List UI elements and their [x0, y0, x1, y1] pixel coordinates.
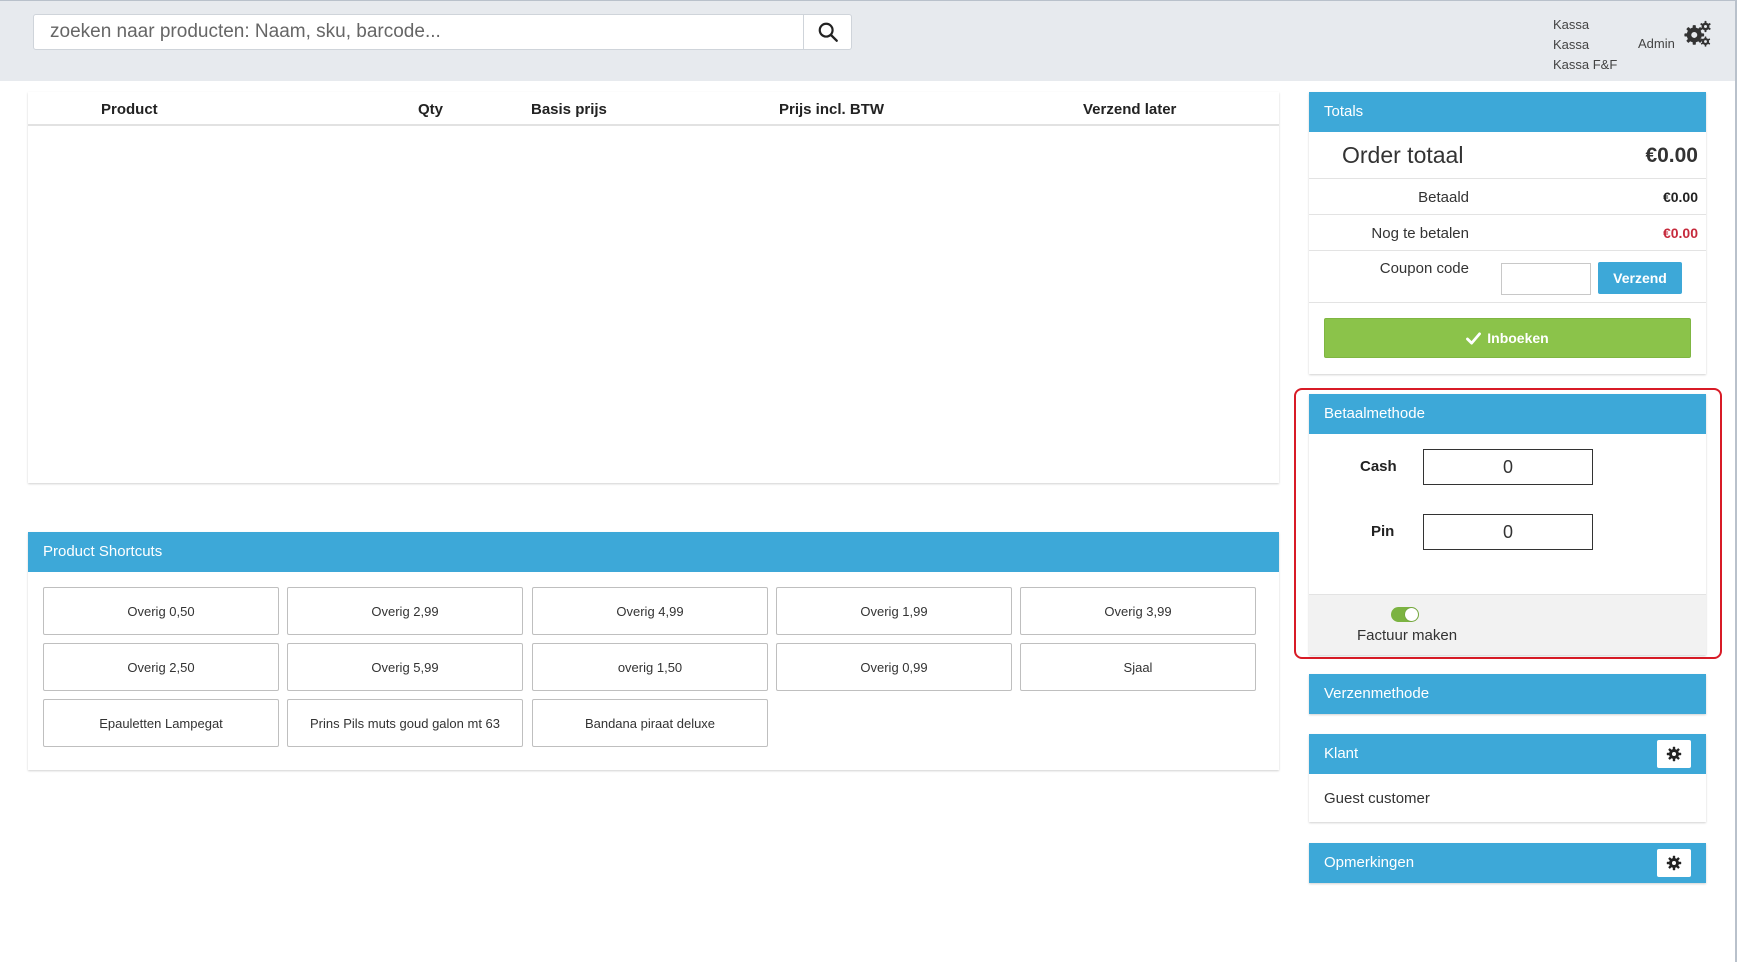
search-input[interactable] — [34, 15, 804, 49]
totals-panel: Totals Order totaal €0.00 Betaald €0.00 … — [1309, 92, 1706, 374]
coupon-row: Coupon code Verzend — [1309, 251, 1706, 303]
search-icon — [818, 22, 838, 42]
customer-settings-button[interactable] — [1657, 740, 1691, 768]
panel-title: Klant — [1324, 745, 1359, 762]
invoice-toggle[interactable] — [1391, 607, 1419, 622]
search-button[interactable] — [803, 15, 851, 49]
invoice-label: Factuur maken — [1357, 627, 1458, 644]
panel-title: Product Shortcuts — [28, 532, 1279, 572]
cart-table: Product Qty Basis prijs Prijs incl. BTW … — [28, 92, 1279, 483]
invoice-option: Factuur maken — [1309, 594, 1706, 655]
order-total-value: €0.00 — [1645, 144, 1698, 167]
notes-settings-button[interactable] — [1657, 849, 1691, 877]
pin-label: Pin — [1371, 523, 1395, 540]
shortcut-button[interactable]: Overig 2,99 — [287, 587, 523, 635]
payment-method-panel: Betaalmethode Cash Pin Factuur maken — [1309, 394, 1706, 655]
shortcut-button[interactable]: Overig 5,99 — [287, 643, 523, 691]
column-product: Product — [101, 101, 158, 118]
paid-label: Betaald — [1418, 189, 1469, 206]
panel-title-bar: Opmerkingen — [1309, 843, 1706, 883]
shortcut-button[interactable]: Overig 2,50 — [43, 643, 279, 691]
shortcut-button[interactable]: Overig 0,99 — [776, 643, 1012, 691]
order-total-label: Order totaal — [1342, 142, 1464, 168]
cash-label: Cash — [1360, 458, 1397, 475]
top-bar: Kassa Kassa Kassa F&F Admin — [0, 0, 1737, 81]
checkout-button-label: Inboeken — [1487, 330, 1549, 346]
shortcut-button[interactable]: Overig 1,99 — [776, 587, 1012, 635]
gear-icon — [1666, 746, 1682, 762]
shortcut-button[interactable]: Prins Pils muts goud galon mt 63 — [287, 699, 523, 747]
store-info: Kassa Kassa Kassa F&F — [1553, 15, 1617, 75]
coupon-label: Coupon code — [1379, 260, 1469, 277]
panel-title: Opmerkingen — [1324, 854, 1415, 871]
notes-panel: Opmerkingen — [1309, 843, 1706, 883]
pin-input[interactable] — [1423, 514, 1593, 550]
panel-title: Verzenmethode — [1309, 674, 1706, 714]
product-search — [33, 14, 852, 50]
store-line: Kassa — [1553, 37, 1590, 52]
product-shortcuts-panel: Product Shortcuts Overig 0,50 Overig 2,9… — [28, 532, 1279, 770]
customer-panel: Klant Guest customer — [1309, 734, 1706, 822]
column-qty: Qty — [418, 101, 444, 118]
coupon-submit-button[interactable]: Verzend — [1598, 262, 1682, 294]
remaining-value: €0.00 — [1662, 225, 1698, 241]
remaining-label: Nog te betalen — [1371, 225, 1469, 242]
checkout-button[interactable]: Inboeken — [1324, 318, 1691, 358]
store-line: Kassa — [1553, 17, 1590, 32]
user-name: Admin — [1638, 36, 1675, 51]
cart-table-header: Product Qty Basis prijs Prijs incl. BTW … — [28, 92, 1279, 126]
toggle-knob — [1405, 608, 1418, 621]
coupon-input[interactable] — [1501, 263, 1591, 295]
panel-title-bar: Klant — [1309, 734, 1706, 774]
shortcut-button[interactable]: Epauletten Lampegat — [43, 699, 279, 747]
remaining-row: Nog te betalen €0.00 — [1309, 215, 1706, 251]
shortcut-button[interactable]: Overig 3,99 — [1020, 587, 1256, 635]
gear-icon — [1666, 855, 1682, 871]
order-total-row: Order totaal €0.00 — [1309, 132, 1706, 179]
gears-icon[interactable] — [1683, 19, 1713, 49]
panel-title: Betaalmethode — [1309, 394, 1706, 434]
paid-value: €0.00 — [1662, 189, 1698, 205]
customer-name: Guest customer — [1324, 790, 1430, 807]
column-ship-later: Verzend later — [1083, 101, 1177, 118]
paid-row: Betaald €0.00 — [1309, 179, 1706, 215]
panel-title: Totals — [1309, 92, 1706, 132]
store-line: Kassa F&F — [1553, 57, 1618, 72]
shortcut-button[interactable]: Bandana piraat deluxe — [532, 699, 768, 747]
shortcut-button[interactable]: Overig 0,50 — [43, 587, 279, 635]
shortcut-button[interactable]: Sjaal — [1020, 643, 1256, 691]
shortcut-button[interactable]: Overig 4,99 — [532, 587, 768, 635]
column-base-price: Basis prijs — [531, 101, 607, 118]
shortcut-button[interactable]: overig 1,50 — [532, 643, 768, 691]
column-price-incl-vat: Prijs incl. BTW — [779, 101, 885, 118]
shipping-method-panel[interactable]: Verzenmethode — [1309, 674, 1706, 714]
cash-input[interactable] — [1423, 449, 1593, 485]
check-icon — [1466, 331, 1482, 345]
